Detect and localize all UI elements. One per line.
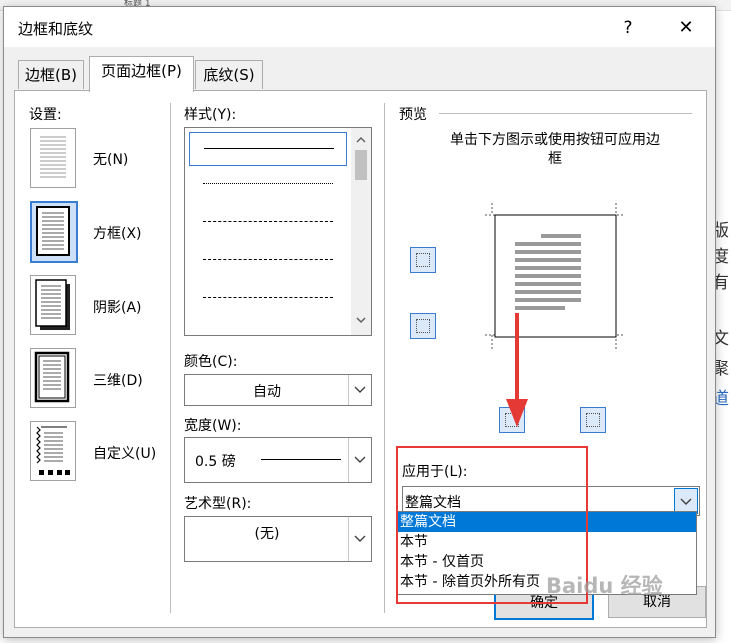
setting-shadow-label[interactable]: 阴影(A) bbox=[93, 297, 142, 317]
page-box-icon bbox=[36, 206, 70, 256]
page-custom-icon bbox=[36, 426, 70, 475]
tab-strip: 边框(B) 页面边框(P) 底纹(S) bbox=[4, 47, 715, 92]
setting-3d-label[interactable]: 三维(D) bbox=[93, 370, 143, 390]
right-border-button[interactable] bbox=[580, 407, 606, 433]
apply-to-label: 应用于(L): bbox=[402, 464, 468, 480]
width-line-sample bbox=[261, 459, 341, 460]
style-item-dash-dot[interactable] bbox=[189, 282, 345, 314]
color-combobox[interactable]: 自动 bbox=[184, 374, 372, 406]
chevron-down-icon[interactable] bbox=[348, 438, 371, 482]
style-label: 样式(Y): bbox=[184, 107, 237, 123]
style-item-dashed[interactable] bbox=[189, 244, 345, 276]
divider-left bbox=[170, 103, 171, 613]
apply-to-option[interactable]: 本节 bbox=[398, 532, 696, 552]
setting-box-icon[interactable] bbox=[30, 201, 78, 263]
annotation-arrow-icon bbox=[506, 313, 528, 427]
chevron-down-icon[interactable] bbox=[348, 375, 371, 405]
setting-shadow-icon[interactable] bbox=[30, 275, 76, 335]
preview-hint: 单击下方图示或使用按钮可应用边框 bbox=[450, 132, 660, 167]
setting-3d-icon[interactable] bbox=[30, 348, 76, 408]
art-label: 艺术型(R): bbox=[184, 496, 252, 512]
watermark-logo: Baidu 经验 bbox=[546, 574, 663, 598]
page-lines-icon bbox=[40, 136, 66, 178]
dialog-title: 边框和底纹 bbox=[18, 20, 94, 38]
close-button[interactable]: ✕ bbox=[674, 16, 698, 40]
width-combobox[interactable]: 0.5 磅 bbox=[184, 437, 372, 483]
style-scrollbar[interactable] bbox=[351, 128, 371, 335]
setting-box-label[interactable]: 方框(X) bbox=[93, 223, 142, 243]
style-item-dashed-small[interactable] bbox=[189, 206, 345, 238]
width-value: 0.5 磅 bbox=[195, 454, 236, 470]
tab-shading[interactable]: 底纹(S) bbox=[195, 60, 263, 89]
top-border-button[interactable] bbox=[410, 247, 436, 273]
style-item-solid[interactable] bbox=[189, 132, 347, 166]
setting-none-icon[interactable] bbox=[30, 128, 76, 188]
setting-custom-label[interactable]: 自定义(U) bbox=[93, 443, 156, 463]
setting-none-label[interactable]: 无(N) bbox=[93, 149, 128, 169]
help-button[interactable]: ? bbox=[616, 16, 640, 40]
bottom-border-button[interactable] bbox=[410, 313, 436, 339]
style-listbox[interactable] bbox=[184, 127, 372, 336]
tab-borders[interactable]: 边框(B) bbox=[18, 60, 84, 89]
width-label: 宽度(W): bbox=[184, 418, 242, 434]
preview-rule bbox=[439, 113, 692, 114]
preview-label: 预览 bbox=[399, 107, 427, 123]
scrollbar-arrows-icon bbox=[355, 136, 367, 324]
color-label: 颜色(C): bbox=[184, 354, 238, 370]
apply-to-option[interactable]: 整篇文档 bbox=[398, 512, 696, 532]
apply-to-value: 整篇文档 bbox=[405, 495, 461, 511]
divider-right bbox=[384, 103, 385, 613]
setting-custom-icon[interactable] bbox=[30, 421, 76, 481]
color-value: 自动 bbox=[253, 384, 281, 400]
art-combobox[interactable]: (无) bbox=[184, 516, 372, 562]
tab-page-border[interactable]: 页面边框(P) bbox=[89, 56, 194, 92]
settings-label: 设置: bbox=[29, 107, 62, 123]
style-item-dotted[interactable] bbox=[189, 168, 345, 200]
dialog-titlebar: 边框和底纹 ? ✕ bbox=[4, 7, 715, 47]
page-3d-icon bbox=[34, 351, 70, 403]
chevron-down-icon[interactable] bbox=[348, 517, 371, 561]
apply-to-option[interactable]: 本节 - 仅首页 bbox=[398, 552, 696, 572]
art-value: (无) bbox=[254, 526, 280, 542]
page-shadow-icon bbox=[35, 279, 70, 330]
